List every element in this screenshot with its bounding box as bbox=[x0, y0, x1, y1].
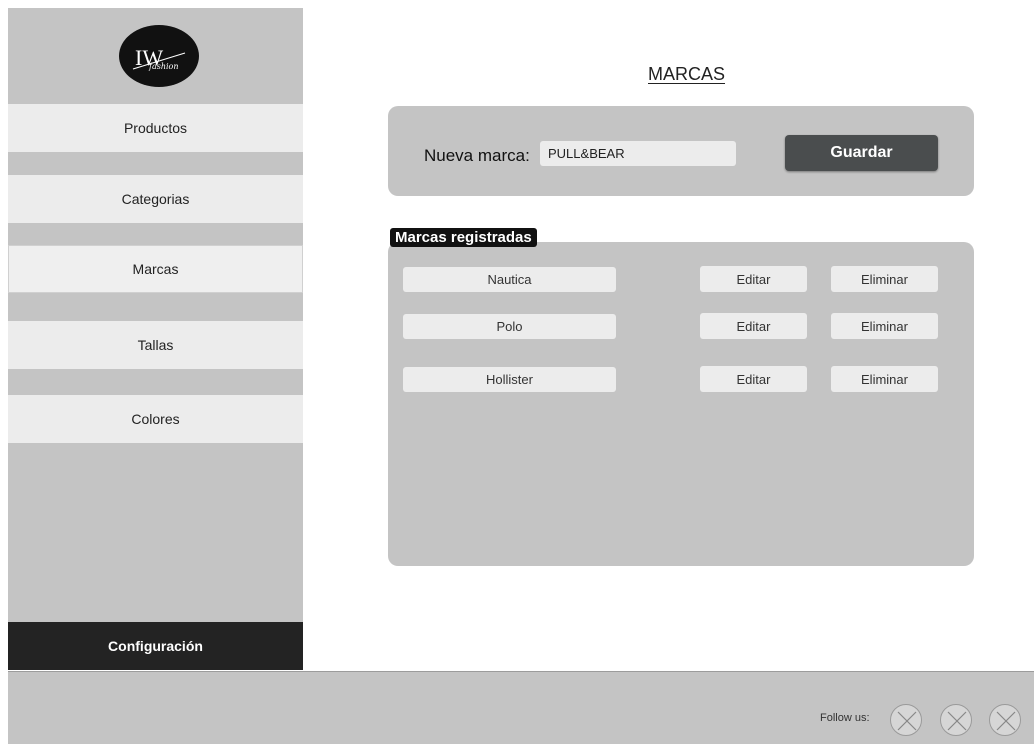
configuration-label: Configuración bbox=[108, 638, 203, 654]
sidebar: IW fashion Productos Categorias Marcas T… bbox=[8, 8, 303, 670]
follow-us-label: Follow us: bbox=[820, 712, 870, 724]
logo-script: fashion bbox=[148, 62, 179, 71]
sidebar-item-productos[interactable]: Productos bbox=[8, 104, 303, 152]
footer: Follow us: bbox=[8, 671, 1034, 744]
save-button[interactable]: Guardar bbox=[785, 135, 938, 171]
sidebar-item-label: Productos bbox=[123, 120, 188, 136]
registered-brands-panel: Nautica Editar Eliminar Polo Editar Elim… bbox=[388, 242, 974, 566]
social-placeholder-icon[interactable] bbox=[890, 704, 922, 736]
brand-name-field[interactable]: Polo bbox=[403, 314, 616, 339]
sidebar-item-marcas[interactable]: Marcas bbox=[8, 245, 303, 293]
brand-name-field[interactable]: Hollister bbox=[403, 367, 616, 392]
brand-row: Polo Editar Eliminar bbox=[388, 313, 974, 340]
edit-button[interactable]: Editar bbox=[700, 266, 807, 292]
sidebar-item-label: Colores bbox=[131, 411, 180, 427]
edit-button[interactable]: Editar bbox=[700, 313, 807, 339]
sidebar-item-tallas[interactable]: Tallas bbox=[8, 321, 303, 369]
social-placeholder-icon[interactable] bbox=[940, 704, 972, 736]
social-placeholder-icon[interactable] bbox=[989, 704, 1021, 736]
brand-name-field[interactable]: Nautica bbox=[403, 267, 616, 292]
sidebar-item-label: Marcas bbox=[132, 261, 179, 277]
edit-button[interactable]: Editar bbox=[700, 366, 807, 392]
brand-row: Hollister Editar Eliminar bbox=[388, 366, 974, 393]
sidebar-item-label: Tallas bbox=[137, 337, 174, 353]
new-brand-input[interactable] bbox=[540, 141, 736, 166]
configuration-button[interactable]: Configuración bbox=[8, 622, 303, 670]
brand-row: Nautica Editar Eliminar bbox=[388, 266, 974, 293]
page-title: MARCAS bbox=[648, 64, 726, 84]
new-brand-panel: Nueva marca: Guardar bbox=[388, 106, 974, 196]
logo: IW fashion bbox=[119, 25, 199, 87]
delete-button[interactable]: Eliminar bbox=[831, 313, 938, 339]
delete-button[interactable]: Eliminar bbox=[831, 266, 938, 292]
delete-button[interactable]: Eliminar bbox=[831, 366, 938, 392]
sidebar-item-colores[interactable]: Colores bbox=[8, 395, 303, 443]
new-brand-label: Nueva marca: bbox=[424, 146, 530, 165]
sidebar-item-categorias[interactable]: Categorias bbox=[8, 175, 303, 223]
logo-icon: IW fashion bbox=[132, 45, 186, 71]
sidebar-item-label: Categorias bbox=[121, 191, 190, 207]
registered-brands-heading: Marcas registradas bbox=[390, 228, 537, 247]
